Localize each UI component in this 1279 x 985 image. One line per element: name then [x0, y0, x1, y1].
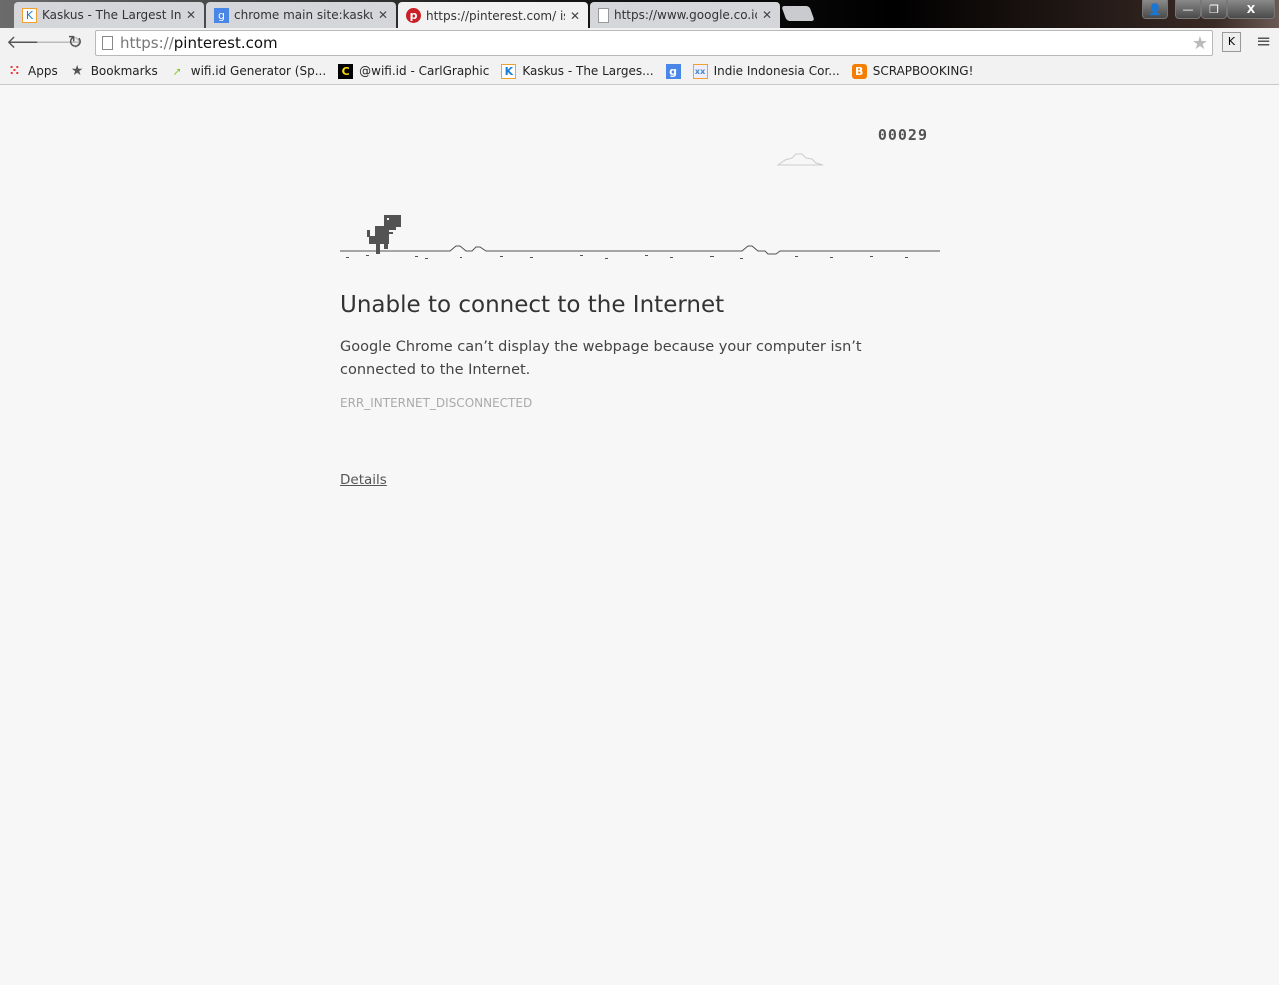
- error-content: Unable to connect to the Internet Google…: [340, 292, 940, 488]
- error-code: ERR_INTERNET_DISCONNECTED: [340, 396, 533, 410]
- star-icon: ★: [70, 63, 84, 79]
- close-tab-icon[interactable]: ✕: [762, 8, 772, 22]
- tab-google-co-id[interactable]: https://www.google.co.id/ ✕: [590, 2, 780, 28]
- cloud: [776, 153, 824, 166]
- bookmark-label: Indie Indonesia Cor...: [713, 64, 840, 78]
- bookmark-apps[interactable]: ⁙ Apps: [7, 64, 58, 79]
- new-tab-button[interactable]: [781, 6, 815, 21]
- game-canvas: [340, 153, 940, 259]
- bookmark-label: @wifi.id - CarlGraphic: [359, 64, 490, 78]
- kaskus-icon: K: [22, 7, 37, 23]
- bookmark-label: Kaskus - The Larges...: [522, 64, 654, 78]
- user-icon: 👤: [1148, 2, 1162, 16]
- tab-title: https://www.google.co.id/: [614, 8, 757, 22]
- indie-icon: xx: [692, 63, 708, 79]
- page-icon: [102, 36, 113, 50]
- close-tab-icon[interactable]: ✕: [378, 8, 388, 22]
- bookmark-star-icon[interactable]: ★: [1192, 33, 1208, 54]
- google-icon: g: [214, 7, 229, 23]
- pinterest-icon: p: [406, 8, 421, 23]
- bookmark-carlgraphic[interactable]: C @wifi.id - CarlGraphic: [338, 63, 490, 79]
- extension-k-icon[interactable]: K: [1222, 32, 1241, 52]
- close-tab-icon[interactable]: ✕: [570, 9, 580, 23]
- close-window-button[interactable]: X: [1227, 0, 1275, 19]
- google-icon: g: [665, 63, 681, 79]
- tab-google-search[interactable]: g chrome main site:kaskus.c ✕: [206, 2, 396, 28]
- c-logo-icon: C: [338, 63, 354, 79]
- bookmark-label: SCRAPBOOKING!: [872, 64, 974, 78]
- address-bar[interactable]: https://pinterest.com ★: [95, 30, 1213, 56]
- url-scheme: https://: [120, 34, 174, 52]
- minimize-button[interactable]: —: [1175, 0, 1201, 19]
- bookmark-wifi-generator[interactable]: ➚ wifi.id Generator (Sp...: [170, 64, 327, 79]
- apps-grid-icon: ⁙: [9, 63, 20, 79]
- kaskus-icon: K: [501, 63, 517, 79]
- menu-icon[interactable]: ≡: [1256, 31, 1271, 52]
- ground-line: [340, 245, 940, 255]
- forward-button[interactable]: 🡒: [35, 32, 83, 53]
- page-icon: [598, 7, 609, 23]
- dino: [367, 215, 401, 254]
- error-title: Unable to connect to the Internet: [340, 292, 725, 318]
- tab-title: https://pinterest.com/ is n: [426, 8, 565, 23]
- reload-button[interactable]: ↻: [64, 32, 86, 53]
- close-tab-icon[interactable]: ✕: [186, 8, 196, 22]
- profile-button[interactable]: 👤: [1142, 0, 1168, 19]
- tab-title: chrome main site:kaskus.c: [234, 8, 373, 22]
- bookmark-indie-indonesia[interactable]: xx Indie Indonesia Cor...: [692, 63, 840, 79]
- dino-game[interactable]: 00029: [340, 120, 940, 265]
- bookmark-bookmarks[interactable]: ★ Bookmarks: [70, 63, 158, 79]
- bookmark-label: wifi.id Generator (Sp...: [190, 64, 327, 78]
- tab-title: Kaskus - The Largest Indo: [42, 8, 181, 22]
- bookmarks-bar: ⁙ Apps ★ Bookmarks ➚ wifi.id Generator (Sp.…: [0, 58, 1279, 85]
- error-description: Google Chrome can’t display the webpage …: [340, 339, 862, 378]
- blogger-icon: B: [851, 63, 867, 79]
- details-link[interactable]: Details: [340, 472, 387, 488]
- restore-button[interactable]: ❐: [1201, 0, 1227, 19]
- bookmark-label: Apps: [28, 64, 58, 78]
- ground-dots: [346, 255, 908, 259]
- title-bar: K Kaskus - The Largest Indo ✕ g chrome m…: [0, 0, 1279, 29]
- bookmark-label: Bookmarks: [90, 64, 158, 78]
- toolbar: 🡐 🡒 ↻ https://pinterest.com ★ K ≡: [0, 28, 1279, 58]
- back-button[interactable]: 🡐: [6, 32, 54, 53]
- bookmark-kaskus[interactable]: K Kaskus - The Larges...: [501, 63, 654, 79]
- bookmark-google[interactable]: g: [665, 63, 681, 79]
- tab-pinterest[interactable]: p https://pinterest.com/ is n ✕: [398, 2, 588, 29]
- arrow-green-icon: ➚: [172, 64, 182, 78]
- url-host: pinterest.com: [173, 34, 278, 52]
- tab-kaskus[interactable]: K Kaskus - The Largest Indo ✕: [14, 2, 204, 28]
- bookmark-scrapbooking[interactable]: B SCRAPBOOKING!: [851, 63, 974, 79]
